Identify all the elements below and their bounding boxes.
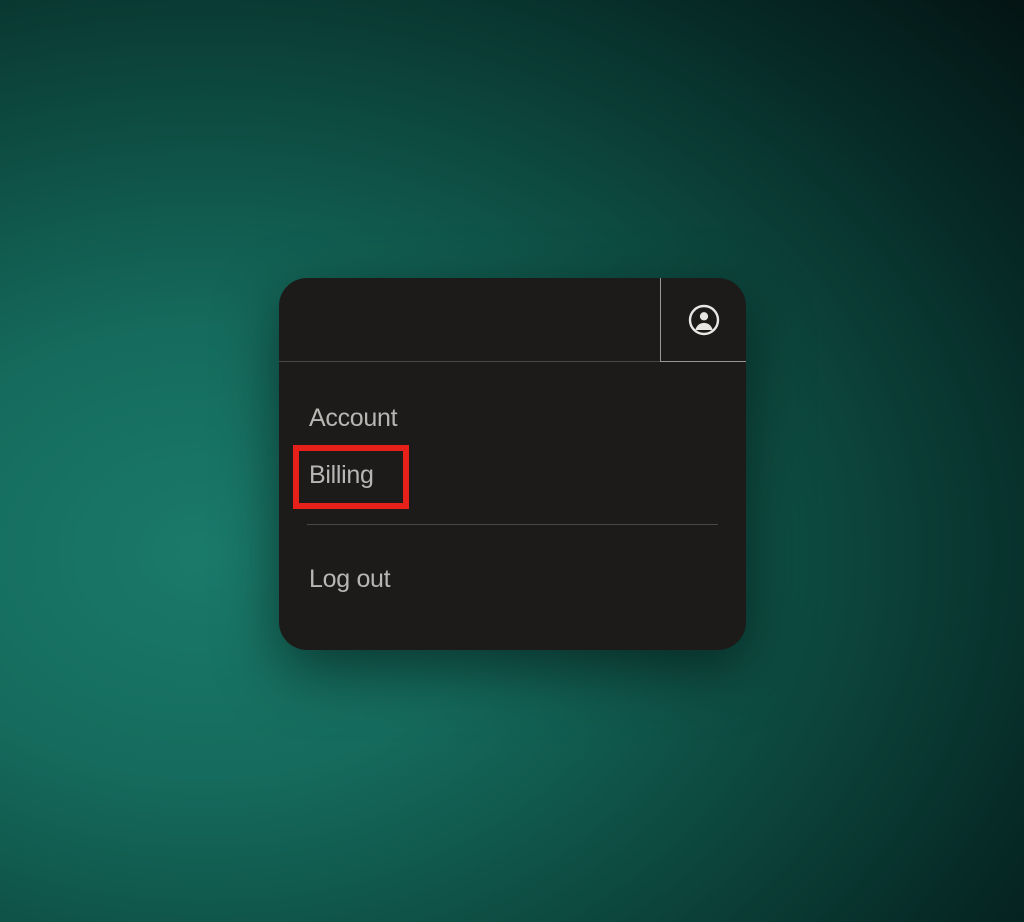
menu-item-label: Billing	[309, 461, 374, 489]
user-menu-popover: Account Billing Log out	[279, 278, 746, 650]
menu-item-logout[interactable]: Log out	[307, 551, 718, 608]
menu-item-label: Log out	[309, 565, 390, 593]
menu-item-billing[interactable]: Billing	[307, 447, 376, 504]
popover-header	[279, 278, 746, 362]
user-circle-icon	[688, 304, 720, 336]
menu-items: Account Billing	[279, 362, 746, 512]
menu-item-label: Account	[309, 404, 397, 432]
avatar-button[interactable]	[660, 278, 746, 362]
logout-section: Log out	[279, 525, 746, 650]
menu-item-account[interactable]: Account	[307, 390, 718, 447]
